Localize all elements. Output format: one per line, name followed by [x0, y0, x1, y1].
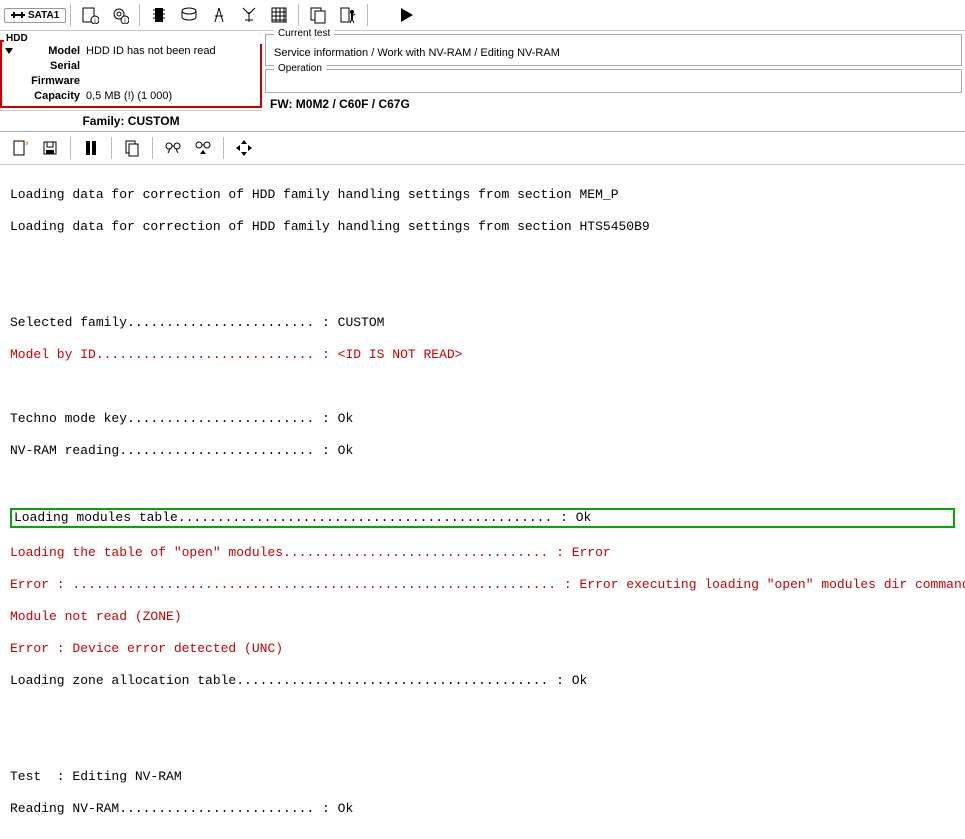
- log-line-error: Model by ID............................ …: [10, 347, 955, 363]
- log-line: [10, 283, 955, 299]
- toolbar-separator: [298, 4, 299, 26]
- log-line: Test : Editing NV-RAM: [10, 769, 955, 785]
- current-test-title: Current test: [274, 28, 334, 39]
- log-line: Loading zone allocation table...........…: [10, 673, 955, 689]
- log-line: [10, 737, 955, 753]
- database-icon[interactable]: [174, 2, 204, 28]
- model-label: Model: [16, 44, 86, 59]
- operation-title: Operation: [274, 63, 326, 74]
- log-line: Techno mode key........................ …: [10, 411, 955, 427]
- save-icon[interactable]: [36, 136, 64, 160]
- move-icon[interactable]: [230, 136, 258, 160]
- toolbar-separator: [152, 137, 153, 159]
- log-line: Selected family........................ …: [10, 315, 955, 331]
- find-next-icon[interactable]: [189, 136, 217, 160]
- log-toolbar: ✶: [0, 132, 965, 165]
- new-doc-icon[interactable]: ✶: [6, 136, 34, 160]
- capacity-value: 0,5 MB (!) (1 000): [86, 89, 254, 104]
- right-panels: Current test Service information / Work …: [262, 31, 965, 115]
- pause-icon[interactable]: [77, 136, 105, 160]
- compass-icon[interactable]: [204, 2, 234, 28]
- log-line-error: Module not read (ZONE): [10, 609, 955, 625]
- gear-info-icon[interactable]: i: [105, 2, 135, 28]
- port-tab-sata1[interactable]: SATA1: [4, 8, 66, 23]
- log-line: [10, 475, 955, 491]
- play-icon[interactable]: [392, 2, 422, 28]
- firmware-value: [86, 74, 254, 89]
- doc-info-icon[interactable]: i: [75, 2, 105, 28]
- capacity-label: Capacity: [16, 89, 86, 104]
- fw-line: FW: M0M2 / C60F / C67G: [262, 93, 965, 115]
- model-value: HDD ID has not been read: [86, 44, 254, 59]
- log-highlight-box: Loading modules table...................…: [10, 508, 955, 528]
- log-line-error: Error : ................................…: [10, 577, 955, 593]
- grid-icon[interactable]: [264, 2, 294, 28]
- info-row: HDD ModelHDD ID has not been read Serial…: [0, 31, 965, 132]
- log-line-error: Loading the table of "open" modules.....…: [10, 545, 955, 561]
- firmware-label: Firmware: [16, 74, 86, 89]
- log-line: Loading data for correction of HDD famil…: [10, 219, 955, 235]
- svg-text:✶: ✶: [24, 139, 28, 150]
- log-line: Loading data for correction of HDD famil…: [10, 187, 955, 203]
- log-line: Loading modules table...................…: [14, 510, 591, 525]
- log-line: [10, 251, 955, 267]
- log-line: NV-RAM reading......................... …: [10, 443, 955, 459]
- log-line: [10, 705, 955, 721]
- svg-text:i: i: [94, 17, 96, 24]
- serial-value: [86, 59, 254, 74]
- exit-icon[interactable]: [333, 2, 363, 28]
- current-test-value: Service information / Work with NV-RAM /…: [274, 47, 953, 59]
- toolbar-separator: [139, 4, 140, 26]
- log-line: [10, 379, 955, 395]
- svg-text:i: i: [124, 17, 126, 24]
- toolbar-separator: [223, 137, 224, 159]
- log-line-error: Error : Device error detected (UNC): [10, 641, 955, 657]
- hdd-legend: HDD: [4, 33, 266, 44]
- copy-icon[interactable]: [303, 2, 333, 28]
- serial-label: Serial: [16, 59, 86, 74]
- chip-icon[interactable]: [144, 2, 174, 28]
- toolbar-separator: [367, 4, 368, 26]
- log-line: Reading NV-RAM......................... …: [10, 801, 955, 817]
- find-icon[interactable]: [159, 136, 187, 160]
- log-area: Loading data for correction of HDD famil…: [0, 165, 965, 839]
- current-test-panel: Current test Service information / Work …: [265, 34, 962, 66]
- toolbar-separator: [111, 137, 112, 159]
- family-line: Family: CUSTOM: [0, 110, 262, 131]
- hdd-panel: HDD ModelHDD ID has not been read Serial…: [0, 31, 262, 131]
- main-toolbar: SATA1 i i: [0, 0, 965, 31]
- antenna-icon[interactable]: [234, 2, 264, 28]
- hdd-highlight-box: ModelHDD ID has not been read Serial Fir…: [0, 40, 262, 108]
- toolbar-separator: [70, 137, 71, 159]
- sata-icon: [11, 10, 25, 20]
- toolbar-separator: [70, 4, 71, 26]
- chevron-down-icon[interactable]: [4, 46, 14, 56]
- port-tab-label: SATA1: [28, 10, 59, 21]
- copy-doc-icon[interactable]: [118, 136, 146, 160]
- operation-panel: Operation: [265, 69, 962, 93]
